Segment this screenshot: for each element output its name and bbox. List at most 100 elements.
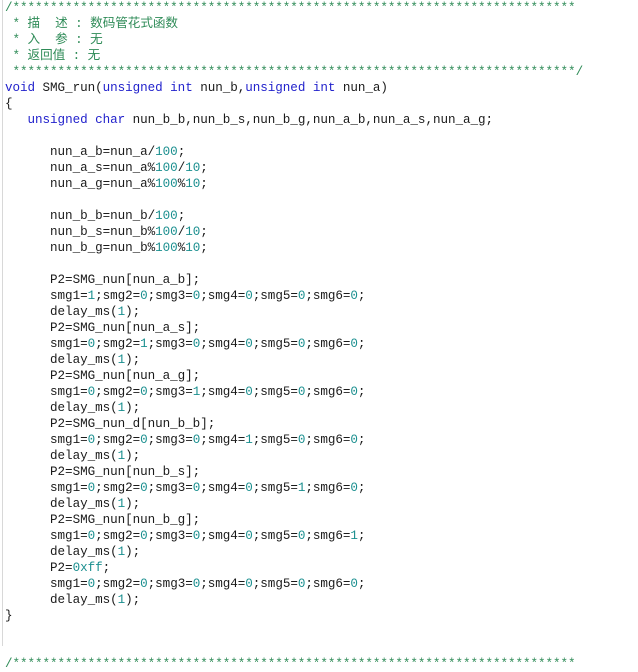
code-token-num: 0 [87, 385, 96, 399]
code-token-pln: ; [357, 385, 366, 399]
code-token-pln: ;smg4= [200, 481, 246, 495]
code-line: smg1=0;smg2=0;smg3=0;smg4=0;smg5=1;smg6=… [5, 480, 638, 496]
code-token-num: 0 [140, 289, 148, 303]
code-token-pln: ;smg5= [252, 289, 298, 303]
code-token-num: 100 [155, 177, 178, 191]
code-token-pln: smg1= [5, 289, 88, 303]
code-line: * 入 参 : 无 [5, 32, 638, 48]
code-token-pln: P2=SMG_nun[nun_a_s]; [5, 321, 201, 335]
code-token-pln: ;smg5= [252, 385, 298, 399]
code-token-num: 1 [350, 529, 358, 543]
code-token-num: 0 [87, 337, 96, 351]
code-token-pln: ); [125, 497, 141, 511]
code-line: smg1=0;smg2=0;smg3=1;smg4=0;smg5=0;smg6=… [5, 384, 638, 400]
code-token-cmt: ****************************************… [5, 65, 584, 79]
code-token-pln: SMG_run( [35, 81, 103, 95]
code-token-cmt: /***************************************… [5, 1, 576, 15]
code-token-num: 1 [87, 289, 96, 303]
code-token-pln: P2=SMG_nun[nun_b_g]; [5, 513, 201, 527]
code-token-num: 0 [87, 577, 96, 591]
code-token-pln: ;smg4= [200, 385, 246, 399]
code-line: unsigned char nun_b_b,nun_b_s,nun_b_g,nu… [5, 112, 638, 128]
code-token-pln: smg1= [5, 481, 88, 495]
code-line: P2=SMG_nun[nun_b_g]; [5, 512, 638, 528]
code-token-kw: unsigned int [245, 81, 336, 95]
code-token-num: 0 [140, 433, 148, 447]
code-token-num: 100 [155, 161, 178, 175]
code-token-pln: ;smg2= [95, 529, 141, 543]
code-line: delay_ms(1); [5, 544, 638, 560]
code-token-pln: ; [357, 577, 366, 591]
code-token-pln: ;smg2= [95, 289, 141, 303]
code-token-pln: ;smg3= [147, 289, 193, 303]
code-token-pln: nun_a) [335, 81, 388, 95]
code-line: smg1=0;smg2=0;smg3=0;smg4=1;smg5=0;smg6=… [5, 432, 638, 448]
code-token-pln: nun_b, [192, 81, 246, 95]
code-token-pln: { [5, 97, 13, 111]
code-token-pln: ); [125, 353, 141, 367]
code-token-kw: unsigned int [102, 81, 193, 95]
code-token-pln: ;smg2= [95, 385, 141, 399]
code-line: P2=SMG_nun_d[nun_b_b]; [5, 416, 638, 432]
code-token-pln: ;smg6= [305, 289, 351, 303]
code-token-pln: delay_ms( [5, 449, 118, 463]
code-token-pln: ;smg5= [252, 529, 298, 543]
code-token-pln: ; [177, 209, 186, 223]
code-token-pln: smg1= [5, 337, 88, 351]
code-token-pln: nun_a_s=nun_a% [5, 161, 156, 175]
code-token-pln: delay_ms( [5, 593, 118, 607]
code-token-num: 0 [245, 481, 253, 495]
code-token-pln: ;smg3= [147, 529, 193, 543]
code-token-pln: ;smg4= [200, 433, 246, 447]
code-token-num: 1 [117, 497, 126, 511]
code-line: void SMG_run(unsigned int nun_b,unsigned… [5, 80, 638, 96]
code-line: nun_b_s=nun_b%100/10; [5, 224, 638, 240]
code-token-pln: nun_b_b=nun_b/ [5, 209, 156, 223]
code-token-pln: ; [357, 481, 366, 495]
code-line: nun_b_g=nun_b%100%10; [5, 240, 638, 256]
code-token-pln: ; [357, 337, 366, 351]
code-line: P2=SMG_nun[nun_b_s]; [5, 464, 638, 480]
code-token-num: 0 [140, 577, 148, 591]
code-token-num: 1 [117, 353, 126, 367]
code-line: { [5, 96, 638, 112]
code-token-pln: ;smg6= [305, 433, 351, 447]
code-token-pln: ); [125, 305, 141, 319]
code-token-kw: unsigned char [27, 113, 126, 127]
code-editor-view[interactable]: /***************************************… [0, 0, 638, 671]
code-line: nun_a_b=nun_a/100; [5, 144, 638, 160]
code-token-num: 0 [350, 433, 358, 447]
code-token-pln: ;smg4= [200, 289, 246, 303]
code-token-num: 0 [140, 385, 148, 399]
code-token-num: 0 [87, 529, 96, 543]
code-token-pln: delay_ms( [5, 305, 118, 319]
code-token-kw: void [5, 81, 36, 95]
code-token-pln: ;smg2= [95, 481, 141, 495]
code-token-pln: ;smg5= [252, 577, 298, 591]
code-token-pln: delay_ms( [5, 401, 118, 415]
code-token-num: 0 [87, 433, 96, 447]
code-token-pln: ; [357, 529, 366, 543]
code-line: delay_ms(1); [5, 400, 638, 416]
code-token-num: 1 [117, 449, 126, 463]
code-token-pln: P2= [5, 561, 73, 575]
code-token-num: 0 [350, 577, 358, 591]
code-token-pln: smg1= [5, 529, 88, 543]
code-token-num: 100 [155, 145, 178, 159]
code-token-pln: nun_b_g=nun_b% [5, 241, 156, 255]
source-code-text[interactable]: /***************************************… [5, 0, 638, 672]
code-token-pln: ;smg6= [305, 385, 351, 399]
code-token-pln: ); [125, 401, 141, 415]
code-token-pln: ); [125, 545, 141, 559]
code-token-num: 0 [245, 289, 253, 303]
code-token-num: 1 [117, 545, 126, 559]
code-token-pln: ;smg3= [147, 577, 193, 591]
code-token-num: 1 [140, 337, 148, 351]
code-token-num: 10 [185, 241, 201, 255]
code-token-pln: ; [357, 433, 366, 447]
code-line: delay_ms(1); [5, 352, 638, 368]
